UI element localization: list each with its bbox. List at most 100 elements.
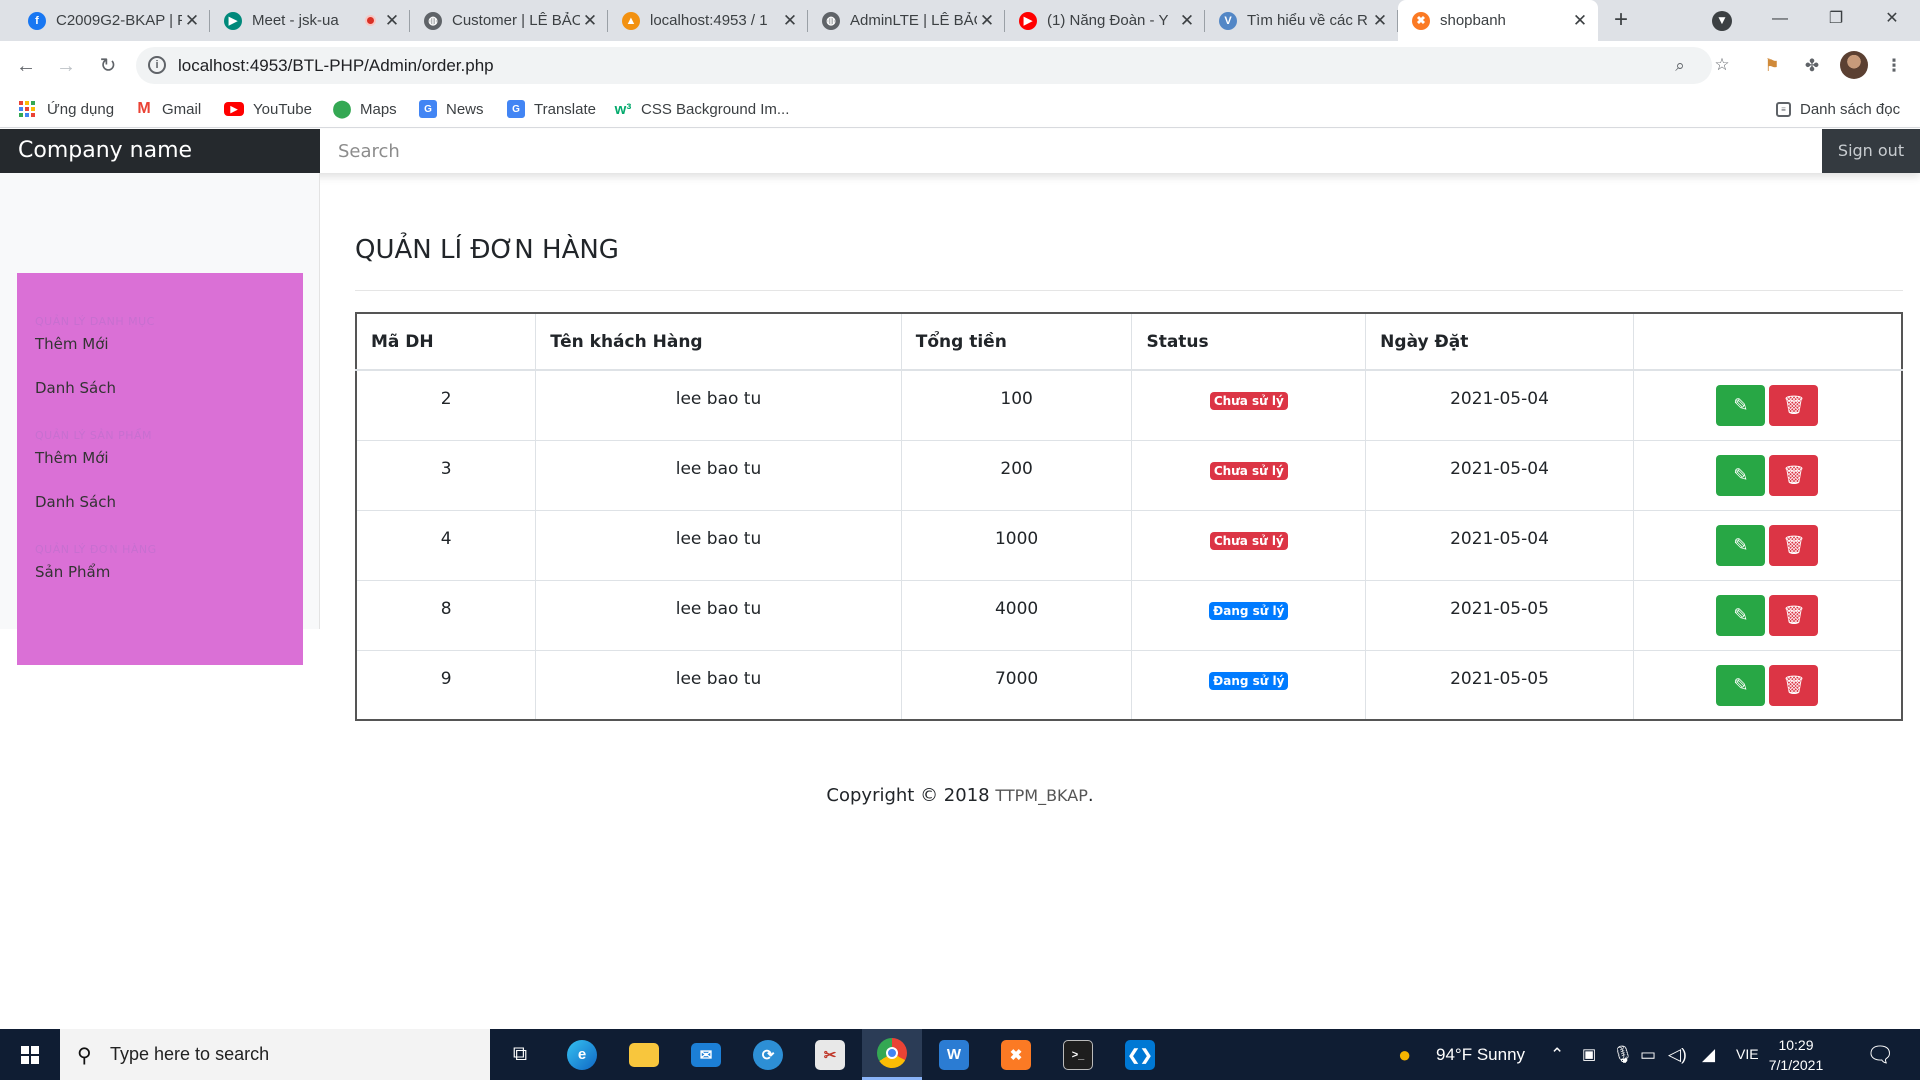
close-tab-icon[interactable]: ✕ [382, 11, 402, 31]
chrome-menu-icon[interactable]: ⋮ [1882, 54, 1906, 78]
weather-text[interactable]: 94°F Sunny [1436, 1029, 1525, 1080]
taskbar-word[interactable]: W [924, 1029, 984, 1080]
address-bar[interactable]: i localhost:4953/BTL-PHP/Admin/order.php… [136, 47, 1730, 84]
new-tab-button[interactable]: + [1608, 8, 1634, 34]
sidebar-item-order-products[interactable]: Sản Phẩm [17, 559, 303, 603]
gmail-icon: M [137, 100, 151, 117]
sidebar-item-category-list[interactable]: Danh Sách [17, 375, 303, 419]
taskbar-vscode[interactable]: ❮❯ [1110, 1029, 1170, 1080]
browser-tab[interactable]: ▶ (1) Năng Đoàn - Y ✕ [1005, 0, 1205, 41]
browser-tab[interactable]: ▲ localhost:4953 / 1 ✕ [608, 0, 808, 41]
task-view-button[interactable]: ⧉ [490, 1029, 550, 1080]
taskbar-app-blue[interactable]: ⟳ [738, 1029, 798, 1080]
brand-logo[interactable]: Company name [0, 129, 320, 173]
close-tab-icon[interactable]: ✕ [1570, 11, 1590, 31]
tray-chevron-icon[interactable]: ⌃ [1550, 1029, 1564, 1080]
order-id-cell: 9 [355, 649, 537, 721]
close-tab-icon[interactable]: ✕ [182, 11, 202, 31]
google-news-icon: G [419, 100, 437, 118]
edit-order-button[interactable]: ✎ [1716, 524, 1766, 566]
close-tab-icon[interactable]: ✕ [977, 11, 997, 31]
browser-tab[interactable]: ◍ Customer | LÊ BẢO ✕ [410, 0, 608, 41]
customer-name-cell: lee bao tu [535, 439, 902, 511]
taskbar-search-box[interactable]: ⚲ Type here to search [60, 1029, 490, 1080]
delete-order-button[interactable]: 🗑 [1769, 385, 1819, 426]
bookmark-apps[interactable]: Ứng dụng [19, 91, 114, 127]
tray-meet-icon[interactable]: ▣ [1582, 1029, 1596, 1080]
bookmark-label: YouTube [253, 100, 312, 118]
delete-order-button[interactable]: 🗑 [1769, 454, 1819, 496]
profile-avatar[interactable] [1840, 51, 1868, 79]
sidebar-heading-category: QUẢN LÝ DANH MỤC [35, 315, 155, 328]
volume-icon[interactable]: ◁) [1668, 1029, 1687, 1080]
taskbar-xampp[interactable]: ✖ [986, 1029, 1046, 1080]
sidebar-item-category-add[interactable]: Thêm Mới [17, 331, 303, 375]
back-icon[interactable]: ← [10, 50, 42, 82]
close-tab-icon[interactable]: ✕ [1370, 11, 1390, 31]
delete-order-button[interactable]: 🗑 [1769, 664, 1819, 706]
column-header-actions [1632, 312, 1903, 371]
reading-list-label: Danh sách đọc [1800, 100, 1901, 118]
url-text[interactable]: localhost:4953/BTL-PHP/Admin/order.php [178, 56, 494, 76]
browser-tab[interactable]: ◍ AdminLTE | LÊ BẢO ✕ [808, 0, 1005, 41]
taskbar-edge[interactable]: e [552, 1029, 612, 1080]
taskbar-file-explorer[interactable] [614, 1029, 674, 1080]
tab-title: AdminLTE | LÊ BẢO [850, 12, 977, 29]
status-badge: Đang sử lý [1209, 601, 1289, 620]
browser-tab[interactable]: ▶ Meet - jsk-ua ✕ [210, 0, 410, 41]
reload-icon[interactable]: ↻ [92, 50, 124, 82]
browser-tab[interactable]: f C2009G2-BKAP | F ✕ [14, 0, 210, 41]
zoom-icon[interactable]: ⌕ [1670, 56, 1690, 76]
battery-icon[interactable]: ▭ [1640, 1029, 1656, 1080]
taskbar-mail[interactable]: ✉ [676, 1029, 736, 1080]
sidebar-item-product-add[interactable]: Thêm Mới [17, 445, 303, 489]
start-button[interactable] [0, 1029, 60, 1080]
reading-list-button[interactable]: ≡ Danh sách đọc [1776, 91, 1900, 127]
status-badge: Chưa sử lý [1209, 461, 1288, 480]
edit-order-button[interactable]: ✎ [1716, 454, 1766, 496]
company-link[interactable]: TTPM_BKAP [995, 786, 1088, 805]
network-icon[interactable]: ◢ [1702, 1029, 1715, 1080]
bookmark-gmail[interactable]: M Gmail [135, 91, 201, 127]
title-divider [355, 290, 1903, 291]
taskbar-chrome[interactable] [862, 1029, 922, 1080]
edit-order-button[interactable]: ✎ [1716, 385, 1766, 426]
youtube-icon: ▶ [1019, 11, 1037, 30]
minimize-icon[interactable]: — [1752, 0, 1808, 41]
edit-order-button[interactable]: ✎ [1716, 594, 1766, 636]
notifications-icon[interactable]: 🗨 [1866, 1029, 1894, 1080]
close-tab-icon[interactable]: ✕ [580, 11, 600, 31]
extensions-puzzle-icon[interactable]: ✤ [1800, 54, 1824, 78]
tab-title: localhost:4953 / 1 [650, 12, 768, 29]
tab-search-icon[interactable]: ▼ [1712, 11, 1732, 31]
browser-tab[interactable]: V Tìm hiểu về các R ✕ [1205, 0, 1398, 41]
taskbar-clock[interactable]: 10:29 7/1/2021 [1760, 1035, 1832, 1075]
input-language[interactable]: VIE [1736, 1029, 1759, 1080]
sidebar-item-product-list[interactable]: Danh Sách [17, 489, 303, 533]
close-tab-icon[interactable]: ✕ [1177, 11, 1197, 31]
bookmark-news[interactable]: G News [419, 91, 484, 127]
search-input[interactable] [320, 129, 1822, 173]
close-tab-icon[interactable]: ✕ [780, 11, 800, 31]
maximize-icon[interactable]: ❐ [1808, 0, 1864, 41]
microphone-icon[interactable]: 🎙 [1612, 1029, 1634, 1080]
browser-tab[interactable]: ✖ shopbanh ✕ [1398, 0, 1598, 41]
bookmark-youtube[interactable]: ▶ YouTube [224, 91, 312, 127]
forward-icon[interactable]: → [50, 50, 82, 82]
weather-sun-icon[interactable]: ● [1398, 1029, 1411, 1080]
bookmark-maps[interactable]: ⬤ Maps [332, 91, 396, 127]
close-window-icon[interactable]: ✕ [1864, 0, 1920, 41]
site-info-icon[interactable]: i [148, 56, 166, 74]
extension-icon[interactable]: ⚑ [1760, 54, 1784, 78]
taskbar-terminal[interactable]: >_ [1048, 1029, 1108, 1080]
sign-out-link[interactable]: Sign out [1822, 129, 1920, 173]
bookmark-css-background[interactable]: w³ CSS Background Im... [614, 91, 790, 127]
bookmark-translate[interactable]: G Translate [507, 91, 596, 127]
edit-order-button[interactable]: ✎ [1716, 664, 1766, 706]
total-cell: 200 [900, 439, 1133, 511]
taskbar-snipping[interactable]: ✂ [800, 1029, 860, 1080]
delete-order-button[interactable]: 🗑 [1769, 524, 1819, 566]
order-id-cell: 4 [355, 509, 537, 581]
bookmark-star-icon[interactable]: ☆ [1712, 55, 1732, 75]
delete-order-button[interactable]: 🗑 [1769, 594, 1819, 636]
